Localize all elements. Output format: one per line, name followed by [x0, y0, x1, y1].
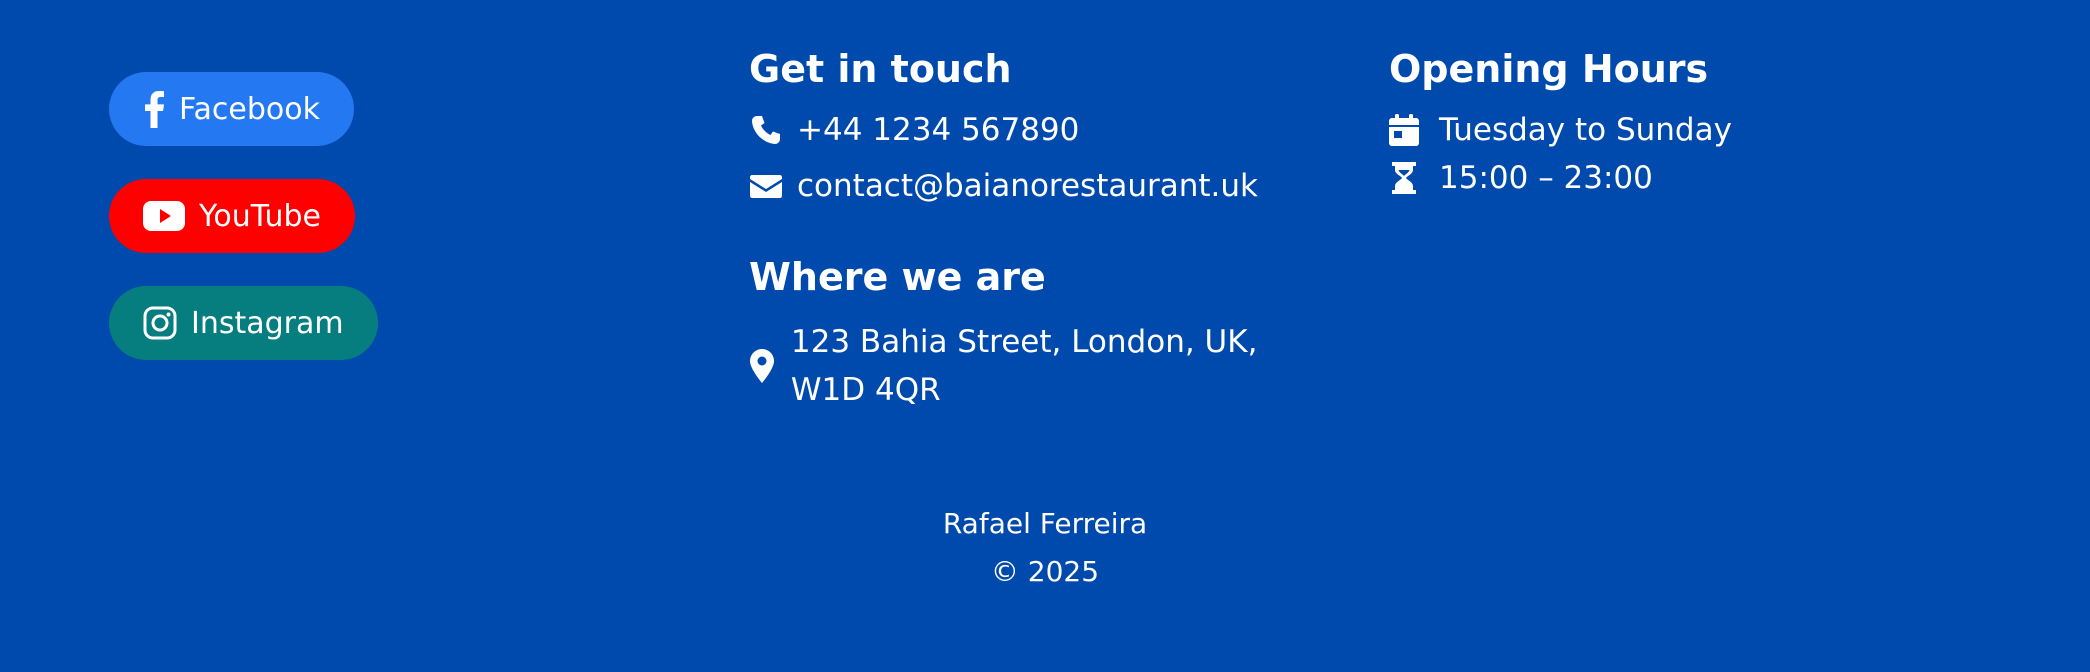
contact-heading: Get in touch	[749, 47, 1012, 91]
instagram-icon	[143, 306, 177, 340]
youtube-icon	[143, 201, 185, 231]
map-pin-icon	[749, 349, 775, 383]
email-address: contact@baianorestaurant.uk	[797, 168, 1258, 204]
instagram-button[interactable]: Instagram	[109, 286, 378, 360]
instagram-label: Instagram	[191, 305, 344, 341]
facebook-label: Facebook	[179, 91, 320, 127]
days-text: Tuesday to Sunday	[1439, 112, 1732, 148]
days-row: Tuesday to Sunday	[1389, 106, 1732, 154]
author-name: Rafael Ferreira	[942, 507, 1148, 540]
youtube-label: YouTube	[199, 198, 321, 234]
youtube-button[interactable]: YouTube	[109, 179, 355, 253]
facebook-button[interactable]: Facebook	[109, 72, 354, 146]
time-row: 15:00 – 23:00	[1389, 154, 1732, 202]
envelope-icon	[749, 173, 783, 199]
footer-credit: Rafael Ferreira © 2025	[0, 500, 2090, 596]
contact-section: Get in touch +44 1234 567890 contact@bai…	[749, 40, 1329, 414]
copyright-text: © 2025	[990, 555, 1100, 588]
email-row[interactable]: contact@baianorestaurant.uk	[749, 162, 1329, 210]
address-text: 123 Bahia Street, London, UK, W1D 4QR	[790, 324, 1258, 408]
hours-section: Opening Hours Tuesday to Sunday 15:00 – …	[1389, 40, 1732, 202]
site-footer: Facebook YouTube Instagram Get in touch …	[0, 0, 2090, 672]
location-heading: Where we are	[749, 255, 1046, 299]
social-links: Facebook YouTube Instagram	[109, 72, 378, 393]
hourglass-icon	[1389, 162, 1419, 194]
phone-row[interactable]: +44 1234 567890	[749, 106, 1329, 154]
phone-number: +44 1234 567890	[797, 112, 1080, 148]
address-row[interactable]: 123 Bahia Street, London, UK, W1D 4QR	[749, 318, 1329, 414]
facebook-icon	[143, 90, 165, 128]
phone-icon	[749, 114, 783, 146]
calendar-icon	[1389, 114, 1419, 146]
hours-heading: Opening Hours	[1389, 47, 1709, 91]
time-text: 15:00 – 23:00	[1439, 160, 1653, 196]
